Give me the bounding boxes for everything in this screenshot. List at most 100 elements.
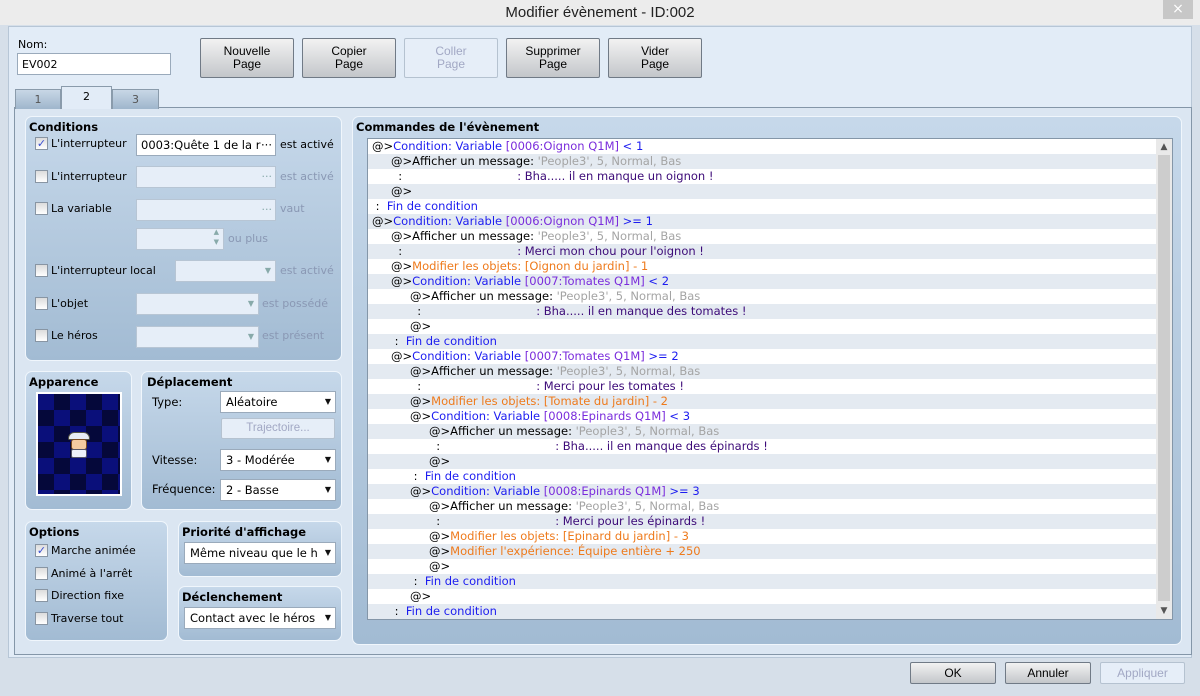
command-line[interactable]: @>Condition: Variable [0007:Tomates Q1M]… — [368, 274, 1172, 289]
command-line[interactable]: @>Condition: Variable [0006:Oignon Q1M] … — [368, 139, 1172, 154]
tab-page-1[interactable]: 1 — [15, 89, 61, 109]
command-segment: [0006:Oignon Q1M] — [505, 214, 619, 228]
priority-dropdown[interactable]: Même niveau que le h ▼ — [184, 542, 336, 564]
command-line[interactable]: @> — [368, 184, 1172, 199]
toolbar-button-vider-page[interactable]: Vider Page — [608, 38, 702, 78]
command-segment: Condition: Variable — [431, 409, 544, 423]
command-line[interactable]: @>Condition: Variable [0008:Epinards Q1M… — [368, 484, 1172, 499]
command-line[interactable]: @>Modifier l'expérience: Équipe entière … — [368, 544, 1172, 559]
actor-checkbox[interactable]: Le héros — [35, 329, 98, 342]
command-segment: Bha..... il en manque des tomates ! — [543, 304, 747, 318]
checkbox-checked-icon: ✓ — [35, 137, 48, 150]
command-segment: 'People3', 5, Normal, Bas — [575, 499, 720, 513]
command-line[interactable]: @>Condition: Variable [0007:Tomates Q1M]… — [368, 349, 1172, 364]
toolbar-button-nouvelle-page[interactable]: Nouvelle Page — [200, 38, 294, 78]
switch2-checkbox[interactable]: L'interrupteur — [35, 170, 127, 183]
frequency-dropdown[interactable]: 2 - Basse ▼ — [220, 479, 336, 501]
character-sprite-image[interactable] — [36, 392, 122, 496]
command-segment: Fin de condition — [405, 604, 497, 618]
command-segment: : — [410, 574, 425, 588]
command-line[interactable]: @>Condition: Variable [0008:Epinards Q1M… — [368, 409, 1172, 424]
item-dropdown[interactable]: ▼ — [136, 293, 259, 315]
command-line[interactable]: @>Modifier les objets: [Tomate du jardin… — [368, 394, 1172, 409]
command-line[interactable]: @>Afficher un message: 'People3', 5, Nor… — [368, 499, 1172, 514]
scrollbar-thumb[interactable] — [1158, 155, 1170, 601]
command-line[interactable]: @> — [368, 589, 1172, 604]
command-line[interactable]: @>Afficher un message: 'People3', 5, Nor… — [368, 289, 1172, 304]
command-line[interactable]: :: Bha..... il en manque des épinards ! — [368, 439, 1172, 454]
command-line[interactable]: @>Modifier les objets: [Epinard du jardi… — [368, 529, 1172, 544]
command-line[interactable]: @> — [368, 559, 1172, 574]
continuation-marker: : — [410, 379, 422, 393]
toolbar-button-supprimer-page[interactable]: Supprimer Page — [506, 38, 600, 78]
command-line[interactable]: @>Afficher un message: 'People3', 5, Nor… — [368, 364, 1172, 379]
option-checkbox-3[interactable]: Traverse tout — [35, 611, 124, 625]
command-segment: @> — [372, 139, 394, 153]
command-segment: [0007:Tomates Q1M] — [524, 349, 645, 363]
speed-label: Vitesse: — [152, 453, 198, 467]
option-label: Direction fixe — [51, 589, 125, 602]
command-line[interactable]: : Fin de condition — [368, 604, 1172, 619]
self-switch-checkbox[interactable]: L'interrupteur local — [35, 264, 156, 277]
command-line[interactable]: :: Merci pour les épinards ! — [368, 514, 1172, 529]
command-segment: @> — [429, 529, 451, 543]
self-switch-dropdown[interactable]: ▼ — [175, 260, 276, 282]
option-checkbox-1[interactable]: Animé à l'arrêt — [35, 566, 132, 580]
command-segment: [0008:Epinards Q1M] — [543, 409, 666, 423]
toolbar-button-copier-page[interactable]: Copier Page — [302, 38, 396, 78]
close-button[interactable]: × — [1163, 0, 1193, 19]
command-line[interactable]: @> — [368, 454, 1172, 469]
option-label: Traverse tout — [51, 611, 124, 625]
item-checkbox[interactable]: L'objet — [35, 297, 88, 310]
variable-checkbox[interactable]: La variable — [35, 202, 112, 215]
option-checkbox-2[interactable]: Direction fixe — [35, 589, 124, 602]
trigger-dropdown[interactable]: Contact avec le héros ▼ — [184, 607, 336, 629]
continuation-marker: : — [555, 514, 563, 528]
scroll-up-icon[interactable]: ▲ — [1156, 139, 1172, 155]
vertical-scrollbar[interactable]: ▲ ▼ — [1156, 139, 1172, 619]
switch2-field[interactable]: ··· — [136, 166, 276, 188]
command-line[interactable]: :: Bha..... il en manque un oignon ! — [368, 169, 1172, 184]
ok-button[interactable]: OK — [910, 662, 996, 684]
command-line[interactable]: : Fin de condition — [368, 334, 1172, 349]
command-line[interactable]: : Fin de condition — [368, 469, 1172, 484]
spinner-arrows-icon: ▲ ▼ — [213, 228, 219, 246]
continuation-marker: : — [517, 244, 525, 258]
actor-dropdown[interactable]: ▼ — [136, 326, 259, 348]
apply-button[interactable]: Appliquer — [1100, 662, 1185, 684]
command-segment: Bha..... il en manque des épinards ! — [562, 439, 768, 453]
switch1-checkbox[interactable]: ✓ L'interrupteur — [35, 137, 127, 150]
command-line[interactable]: @>Afficher un message: 'People3', 5, Nor… — [368, 229, 1172, 244]
command-line[interactable]: @> — [368, 319, 1172, 334]
cancel-button[interactable]: Annuler — [1005, 662, 1091, 684]
switch1-field[interactable]: 0003:Quête 1 de la r ··· — [136, 134, 276, 156]
command-line[interactable]: :: Bha..... il en manque des tomates ! — [368, 304, 1172, 319]
type-dropdown[interactable]: Aléatoire ▼ — [220, 391, 336, 413]
scroll-down-icon[interactable]: ▼ — [1156, 603, 1172, 619]
command-list[interactable]: @>Condition: Variable [0006:Oignon Q1M] … — [367, 138, 1173, 620]
command-segment: Condition: Variable — [412, 274, 525, 288]
command-line[interactable]: @>Condition: Variable [0006:Oignon Q1M] … — [368, 214, 1172, 229]
variable-spin-suffix: ou plus — [228, 232, 268, 245]
tab-page-3[interactable]: 3 — [112, 89, 159, 109]
route-button[interactable]: Trajectoire... — [221, 418, 335, 439]
command-line[interactable]: @>Modifier les objets: [Oignon du jardin… — [368, 259, 1172, 274]
item-label: L'objet — [51, 297, 89, 310]
self-switch-suffix: est activé — [280, 264, 334, 277]
command-line[interactable]: : Fin de condition — [368, 199, 1172, 214]
name-input[interactable] — [17, 53, 171, 75]
speed-dropdown[interactable]: 3 - Modérée ▼ — [220, 449, 336, 471]
command-segment: @> — [391, 259, 413, 273]
command-line[interactable]: @>Afficher un message: 'People3', 5, Nor… — [368, 424, 1172, 439]
command-line[interactable]: @>Afficher un message: 'People3', 5, Nor… — [368, 154, 1172, 169]
command-segment: : — [410, 469, 425, 483]
command-line[interactable]: : Fin de condition — [368, 574, 1172, 589]
command-line[interactable]: :: Merci mon chou pour l'oignon ! — [368, 244, 1172, 259]
toolbar-button-coller-page[interactable]: Coller Page — [404, 38, 498, 78]
command-segment: Fin de condition — [386, 199, 478, 213]
variable-field[interactable]: ··· — [136, 199, 276, 221]
option-checkbox-0[interactable]: ✓ Marche animée — [35, 544, 136, 557]
command-line[interactable]: :: Merci pour les tomates ! — [368, 379, 1172, 394]
tab-page-2[interactable]: 2 — [61, 86, 112, 109]
variable-value-spinner[interactable]: ▲ ▼ — [136, 228, 224, 250]
